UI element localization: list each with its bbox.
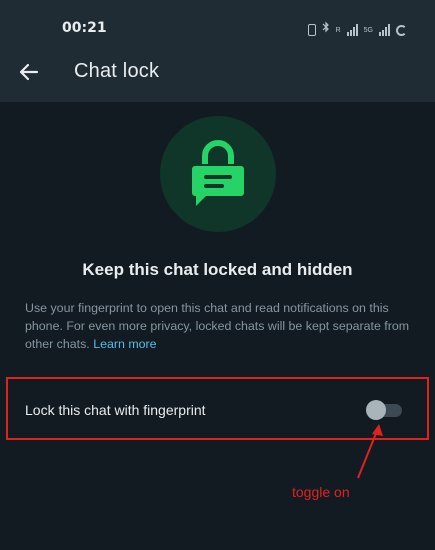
annotation-arrow	[357, 424, 383, 479]
annotation-label: toggle on	[292, 484, 350, 500]
